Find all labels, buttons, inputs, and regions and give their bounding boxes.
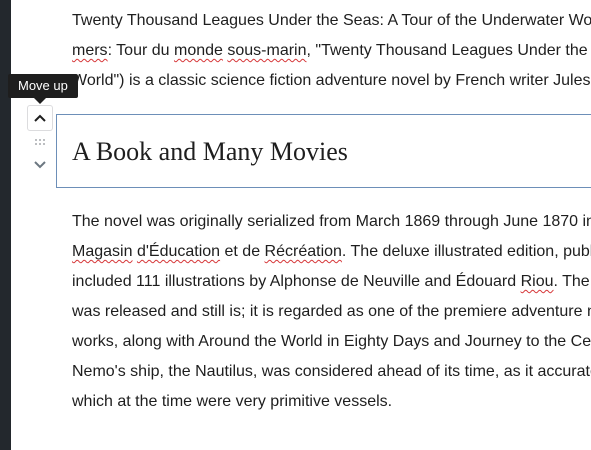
- admin-sidebar-strip: [0, 0, 11, 450]
- paragraph-line: World") is a classic science fiction adv…: [72, 72, 591, 89]
- drag-handle[interactable]: [30, 136, 50, 148]
- spellcheck-word: mers: [72, 42, 108, 59]
- spellcheck-word: Riou: [520, 273, 554, 290]
- paragraph-line: The novel was originally serialized from…: [72, 213, 591, 230]
- chevron-up-icon: [34, 114, 46, 122]
- spellcheck-word: Récréation: [264, 243, 342, 260]
- paragraph-block-intro[interactable]: Twenty Thousand Leagues Under the Seas: …: [72, 6, 591, 96]
- paragraph-line: was released and still is; it is regarde…: [72, 303, 591, 320]
- move-up-button[interactable]: [27, 105, 53, 131]
- paragraph-line: Magasin d'Éducation et de Récréation. Th…: [72, 243, 591, 260]
- chevron-down-icon: [34, 161, 46, 169]
- paragraph-line: which at the time were very primitive ve…: [72, 393, 393, 410]
- spellcheck-word: sous-marin: [227, 42, 307, 59]
- paragraph-line: included 111 illustrations by Alphonse d…: [72, 273, 591, 290]
- block-heading[interactable]: A Book and Many Movies: [72, 137, 348, 167]
- move-down-button[interactable]: [27, 152, 53, 178]
- paragraph-line: mers: Tour du monde sous-marin, "Twenty …: [72, 42, 591, 59]
- heading-block-selected[interactable]: A Book and Many Movies: [56, 114, 591, 188]
- move-up-tooltip: Move up: [8, 74, 78, 104]
- paragraph-line: works, along with Around the World in Ei…: [72, 333, 591, 350]
- spellcheck-word: Magasin: [72, 243, 133, 260]
- spellcheck-word: d'Éducation: [136, 243, 221, 260]
- paragraph-line: Twenty Thousand Leagues Under the Seas: …: [72, 12, 591, 29]
- paragraph-block-history[interactable]: The novel was originally serialized from…: [72, 207, 591, 417]
- spellcheck-word: monde: [173, 42, 223, 59]
- paragraph-line: Nemo's ship, the Nautilus, was considere…: [72, 363, 591, 380]
- drag-handle-icon: [35, 139, 45, 145]
